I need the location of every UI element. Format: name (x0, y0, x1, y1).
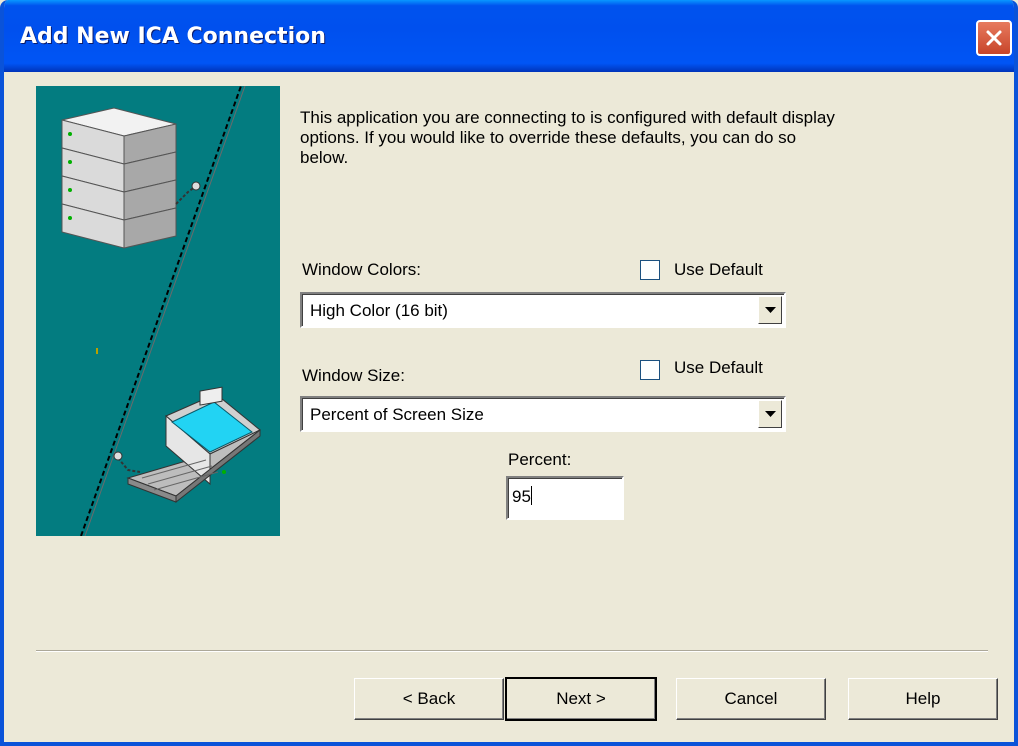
window-size-dropdown[interactable]: Percent of Screen Size (300, 396, 786, 432)
size-use-default-checkbox[interactable] (640, 360, 660, 380)
window-colors-value: High Color (16 bit) (310, 301, 448, 320)
close-button[interactable] (976, 20, 1012, 56)
percent-label: Percent: (508, 450, 572, 469)
dialog-window: Add New ICA Connection This application … (0, 0, 1018, 746)
window-size-value: Percent of Screen Size (310, 405, 484, 424)
colors-dropdown-button[interactable] (758, 296, 782, 324)
chevron-down-icon (765, 411, 776, 417)
percent-value: 95 (512, 487, 531, 506)
cancel-button[interactable]: Cancel (676, 678, 826, 720)
dialog-body: This application you are connecting to i… (4, 72, 1014, 742)
server-stack-icon (61, 107, 177, 249)
button-separator (36, 650, 988, 652)
network-illustration-icon (61, 86, 261, 536)
title-bar[interactable]: Add New ICA Connection (4, 0, 1014, 72)
percent-input[interactable]: 95 (506, 476, 624, 520)
next-button[interactable]: Next > (505, 677, 657, 721)
window-colors-label: Window Colors: (302, 260, 422, 279)
colors-use-default-label[interactable]: Use Default (674, 260, 763, 280)
close-icon (986, 30, 1002, 46)
wizard-illustration (36, 86, 280, 536)
size-use-default-label[interactable]: Use Default (674, 358, 763, 378)
help-button[interactable]: Help (848, 678, 998, 720)
chevron-down-icon (765, 307, 776, 313)
window-title: Add New ICA Connection (20, 24, 326, 49)
size-dropdown-button[interactable] (758, 400, 782, 428)
back-button[interactable]: < Back (354, 678, 504, 720)
instruction-text: This application you are connecting to i… (300, 108, 835, 167)
window-colors-dropdown[interactable]: High Color (16 bit) (300, 292, 786, 328)
window-size-label: Window Size: (302, 366, 405, 385)
text-caret (530, 486, 532, 505)
colors-use-default-checkbox[interactable] (640, 260, 660, 280)
laptop-icon (126, 386, 261, 504)
